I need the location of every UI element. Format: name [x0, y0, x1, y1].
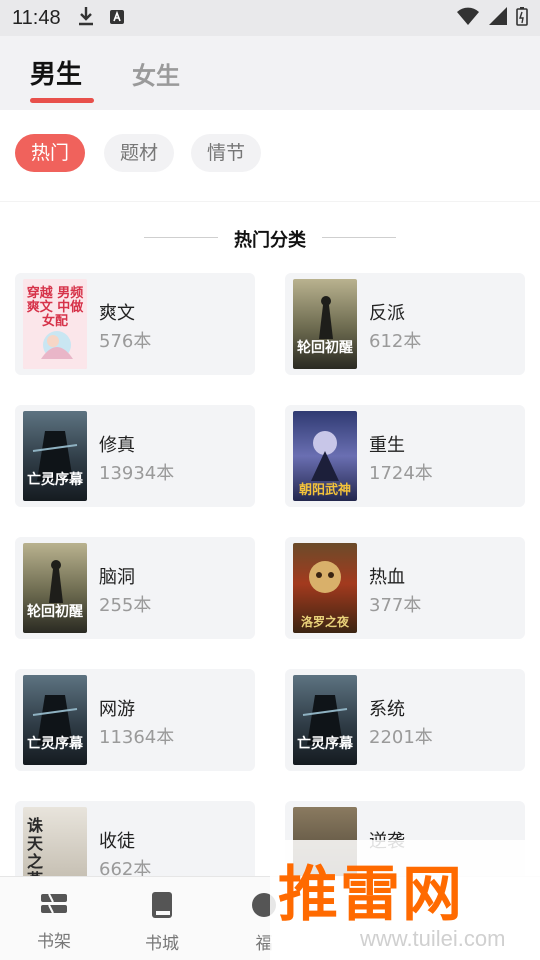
nav-label: 书架	[37, 932, 71, 952]
signal-icon	[488, 6, 508, 31]
nav-bookstore[interactable]: 书城	[132, 891, 192, 954]
category-name: 系统	[369, 699, 405, 720]
cover-title: 轮回初醒	[297, 340, 353, 356]
category-count: 612本	[369, 331, 422, 352]
cover-title: 朝阳武神	[298, 483, 351, 498]
category-count: 13934本	[99, 463, 175, 484]
gender-tabs: 男生 女生	[0, 36, 540, 110]
cover-title: 亡灵序幕	[297, 736, 353, 752]
section-title: 热门分类	[234, 230, 306, 251]
wifi-icon	[456, 6, 480, 31]
category-card-shuangwen[interactable]: 穿越 男频爽文 中做女配 爽文 576本	[15, 273, 255, 375]
battery-icon	[516, 6, 528, 31]
chip-theme[interactable]: 题材	[104, 134, 175, 172]
category-name: 网游	[99, 699, 135, 720]
chip-hot[interactable]: 热门	[15, 134, 86, 172]
watermark: 推雷网 www.tuilei.com	[270, 840, 540, 960]
tab-male[interactable]: 男生	[30, 54, 82, 91]
cover-title: 轮回初醒	[27, 604, 83, 620]
category-card-xitong[interactable]: 亡灵序幕 系统 2201本	[285, 669, 525, 771]
category-card-wangyou[interactable]: 亡灵序幕 网游 11364本	[15, 669, 255, 771]
cover-title: 亡灵序幕	[27, 472, 83, 488]
nav-label: 书城	[145, 934, 179, 954]
category-name: 反派	[369, 303, 405, 324]
book-cover: 轮回初醒	[23, 543, 87, 633]
category-name: 爽文	[99, 303, 135, 324]
book-cover: 亡灵序幕	[23, 411, 87, 501]
tab-female[interactable]: 女生	[132, 56, 180, 91]
category-name: 修真	[99, 435, 135, 456]
category-card-xiuzhen[interactable]: 亡灵序幕 修真 13934本	[15, 405, 255, 507]
chip-plot[interactable]: 情节	[191, 134, 262, 172]
category-count: 1724本	[369, 463, 433, 484]
book-cover: 朝阳武神	[293, 411, 357, 501]
nav-bookshelf[interactable]: 书架	[24, 891, 84, 952]
download-icon	[77, 6, 95, 31]
category-count: 2201本	[369, 727, 433, 748]
category-name: 脑洞	[99, 567, 135, 588]
status-right	[456, 6, 528, 31]
app-notification-icon	[109, 6, 125, 30]
status-time: 11:48	[12, 6, 61, 29]
category-name: 热血	[369, 567, 405, 588]
book-cover: 亡灵序幕	[293, 675, 357, 765]
category-card-rexue[interactable]: 洛罗之夜 热血 377本	[285, 537, 525, 639]
category-count: 255本	[99, 595, 152, 616]
bookshelf-icon	[24, 891, 84, 921]
category-card-fanpai[interactable]: 轮回初醒 反派 612本	[285, 273, 525, 375]
category-count: 11364本	[99, 727, 175, 748]
watermark-url: www.tuilei.com	[360, 926, 506, 951]
book-cover: 洛罗之夜	[293, 543, 357, 633]
book-cover: 穿越 男频爽文 中做女配	[23, 279, 87, 369]
category-card-chongsheng[interactable]: 朝阳武神 重生 1724本	[285, 405, 525, 507]
category-card-naodong[interactable]: 轮回初醒 脑洞 255本	[15, 537, 255, 639]
book-cover: 轮回初醒	[293, 279, 357, 369]
active-tab-indicator	[30, 98, 94, 103]
filter-chips: 热门 题材 情节	[0, 110, 540, 202]
category-name: 重生	[369, 435, 405, 456]
category-count: 377本	[369, 595, 422, 616]
book-icon	[132, 891, 192, 923]
section-divider-right	[322, 237, 396, 238]
cover-title: 亡灵序幕	[27, 736, 83, 752]
book-cover: 亡灵序幕	[23, 675, 87, 765]
status-bar: 11:48	[0, 0, 540, 36]
cover-title: 穿越 男频爽文 中做女配	[26, 286, 84, 329]
cover-title: 洛罗之夜	[300, 615, 349, 629]
watermark-logo: 推雷网	[278, 860, 464, 930]
category-count: 576本	[99, 331, 152, 352]
category-name: 收徒	[99, 831, 135, 852]
